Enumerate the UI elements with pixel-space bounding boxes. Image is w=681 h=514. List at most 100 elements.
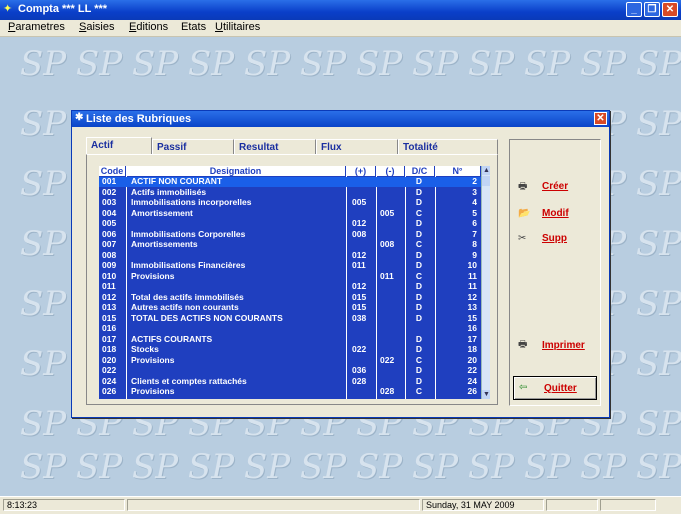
watermark-logo: SP	[636, 344, 681, 384]
table-row[interactable]: 010 Provisions 011 C 11	[99, 270, 490, 282]
scroll-thumb[interactable]	[482, 176, 490, 186]
cell-code: 012	[102, 291, 117, 302]
watermark-logo: SP	[300, 447, 347, 487]
col-dc[interactable]: D/C	[405, 166, 435, 176]
cell-num: 4	[472, 197, 477, 207]
table-row[interactable]: 002 Actifs immobilisés D 3	[99, 187, 490, 198]
cell-code: 016	[102, 323, 117, 333]
table-row[interactable]: 020 Provisions 022 C 20	[99, 354, 490, 366]
modify-button[interactable]: Modif	[542, 208, 569, 219]
tab-actif[interactable]: Actif	[86, 137, 152, 154]
watermark-logo: SP	[188, 447, 235, 487]
quit-button[interactable]: ⇦ Quitter	[513, 376, 597, 400]
table-row[interactable]: 005 012 D 6	[99, 218, 490, 229]
watermark-logo: SP	[356, 447, 403, 487]
cell-num: 24	[467, 375, 477, 386]
cell-num: 20	[467, 354, 477, 365]
cell-dc: D	[415, 260, 423, 270]
cell-num: 16	[467, 323, 477, 333]
app-icon[interactable]: ✦	[3, 3, 15, 15]
cell-minus: 005	[380, 207, 395, 218]
table-row[interactable]: 015 TOTAL DES ACTIFS NON COURANTS 038 D 15	[99, 312, 490, 324]
watermark-logo: SP	[188, 44, 235, 84]
quit-label: Quitter	[544, 383, 577, 394]
watermark-logo: SP	[636, 224, 681, 264]
watermark-logo: SP	[20, 104, 67, 144]
cell-num: 17	[467, 333, 477, 344]
minimize-icon[interactable]: _	[626, 2, 642, 17]
table-row[interactable]: 001 ACTIF NON COURANT D 2	[99, 176, 490, 187]
table-row[interactable]: 004 Amortissement 005 C 5	[99, 207, 490, 219]
table-row[interactable]: 024 Clients et comptes rattachés 028 D 24	[99, 375, 490, 387]
tab-passif[interactable]: Passif	[152, 139, 234, 154]
print-button[interactable]: Imprimer	[542, 340, 585, 351]
cell-code: 015	[102, 312, 117, 323]
menu-utilitaires[interactable]: Utilitaires	[215, 21, 260, 33]
table-row[interactable]: 016 16	[99, 323, 490, 334]
close-icon[interactable]: ✕	[662, 2, 678, 17]
watermark-logo: SP	[580, 447, 627, 487]
cell-plus: 012	[352, 249, 367, 260]
table-row[interactable]: 012 Total des actifs immobilisés 015 D 12	[99, 291, 490, 303]
cell-plus: 038	[352, 312, 367, 323]
cell-dc: C	[415, 239, 423, 249]
dialog-close-icon[interactable]: ✕	[594, 112, 607, 125]
watermark-logo: SP	[356, 44, 403, 84]
col-num[interactable]: N°	[435, 166, 481, 176]
cell-dc: D	[415, 291, 423, 302]
cell-num: 10	[467, 260, 477, 270]
cell-plus: 015	[352, 302, 367, 312]
cell-designation: Stocks	[131, 344, 159, 354]
cell-dc: C	[415, 270, 423, 281]
cell-designation: TOTAL DES ACTIFS NON COURANTS	[131, 312, 283, 323]
tab-totalite[interactable]: Totalité	[398, 139, 498, 154]
cell-minus: 011	[380, 270, 394, 281]
grid-scrollbar[interactable]: ▲ ▼	[481, 166, 490, 399]
table-row[interactable]: 003 Immobilisations incorporelles 005 D 4	[99, 197, 490, 208]
table-row[interactable]: 013 Autres actifs non courants 015 D 13	[99, 302, 490, 313]
table-row[interactable]: 026 Provisions 028 C 26	[99, 386, 490, 397]
watermark-logo: SP	[132, 44, 179, 84]
watermark-logo: SP	[76, 44, 123, 84]
cell-code: 022	[102, 365, 117, 375]
menu-parametres[interactable]: Parametres	[8, 21, 65, 33]
cell-num: 13	[467, 302, 477, 312]
col-minus[interactable]: (-)	[376, 166, 405, 176]
cell-code: 007	[102, 239, 117, 249]
cell-designation: ACTIF NON COURANT	[131, 176, 223, 186]
cell-dc: D	[415, 249, 423, 260]
delete-button[interactable]: Supp	[542, 233, 567, 244]
col-code[interactable]: Code	[99, 166, 126, 176]
scroll-up-icon[interactable]: ▲	[482, 166, 490, 175]
cell-num: 12	[467, 291, 477, 302]
tab-flux[interactable]: Flux	[316, 139, 398, 154]
table-row[interactable]: 006 Immobilisations Corporelles 008 D 7	[99, 229, 490, 240]
table-row[interactable]: 018 Stocks 022 D 18	[99, 344, 490, 355]
table-row[interactable]: 007 Amortissements 008 C 8	[99, 239, 490, 250]
col-designation[interactable]: Designation	[126, 166, 346, 176]
rubriques-grid[interactable]: Code Designation (+) (-) D/C N° 001 ACTIF…	[99, 166, 490, 399]
cell-designation: Total des actifs immobilisés	[131, 291, 244, 302]
table-row[interactable]: 017 ACTIFS COURANTS D 17	[99, 333, 490, 345]
create-button[interactable]: Créer	[542, 181, 568, 192]
cell-dc: C	[415, 207, 423, 218]
table-row[interactable]: 022 036 D 22	[99, 365, 490, 376]
table-row[interactable]: 009 Immobilisations Financières 011 D 10	[99, 260, 490, 271]
maximize-icon[interactable]: ❐	[644, 2, 660, 17]
cell-dc: D	[415, 365, 423, 375]
table-row[interactable]: 011 012 D 11	[99, 281, 490, 292]
cell-designation: Amortissement	[131, 207, 193, 218]
menu-editions[interactable]: Editions	[129, 21, 168, 33]
col-plus[interactable]: (+)	[346, 166, 376, 176]
tab-resultat[interactable]: Resultat	[234, 139, 316, 154]
status-panel	[600, 499, 656, 511]
cell-designation: Clients et comptes rattachés	[131, 375, 247, 386]
watermark-logo: SP	[412, 447, 459, 487]
menu-etats[interactable]: Etats	[181, 21, 206, 33]
cell-dc: D	[415, 344, 423, 354]
cell-code: 001	[102, 176, 117, 186]
scroll-down-icon[interactable]: ▼	[482, 390, 490, 399]
status-bar: 8:13:23 Sunday, 31 MAY 2009	[0, 496, 681, 514]
table-row[interactable]: 008 012 D 9	[99, 249, 490, 261]
menu-saisies[interactable]: Saisies	[79, 21, 114, 33]
